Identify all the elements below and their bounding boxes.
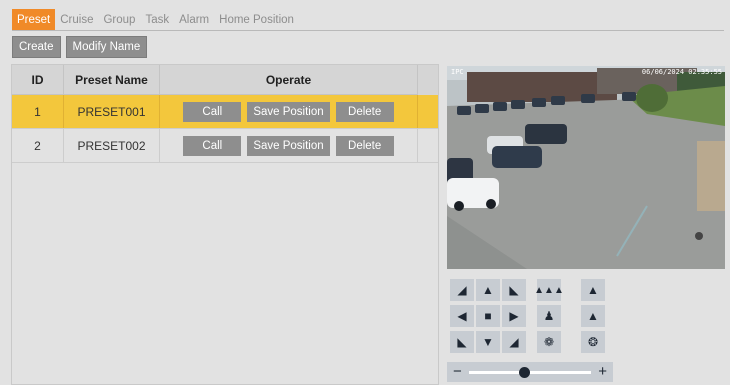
delete-button[interactable]: Delete bbox=[335, 135, 394, 156]
up-right-arrow-icon[interactable]: ◣ bbox=[502, 279, 526, 301]
zoom-track[interactable] bbox=[469, 367, 591, 378]
header-preset-name: Preset Name bbox=[64, 65, 160, 94]
scrollbar-header bbox=[418, 65, 438, 95]
row-id: 2 bbox=[12, 129, 64, 162]
live-video-view[interactable]: IPC 06/06/2024 02:35:55 bbox=[447, 66, 725, 269]
focus-near-icon[interactable]: ♟ bbox=[537, 305, 561, 327]
create-button[interactable]: Create bbox=[12, 36, 61, 58]
iris-close-icon[interactable]: ❂ bbox=[581, 331, 605, 353]
down-arrow-icon[interactable]: ▼ bbox=[476, 331, 500, 353]
tab-cruise[interactable]: Cruise bbox=[55, 9, 98, 30]
tab-alarm[interactable]: Alarm bbox=[174, 9, 214, 30]
tab-group[interactable]: Group bbox=[98, 9, 140, 30]
save-position-button[interactable]: Save Position bbox=[247, 135, 330, 156]
header-id: ID bbox=[12, 65, 64, 94]
row-operations: Call Save Position Delete bbox=[160, 129, 418, 162]
up-arrow-icon[interactable]: ▲ bbox=[476, 279, 500, 301]
iris-open-icon[interactable]: ❁ bbox=[537, 331, 561, 353]
row-preset-name: PRESET001 bbox=[64, 95, 160, 128]
row-preset-name: PRESET002 bbox=[64, 129, 160, 162]
left-arrow-icon[interactable]: ◀ bbox=[450, 305, 474, 327]
right-arrow-icon[interactable]: ▶ bbox=[502, 305, 526, 327]
zoom-in-scene-icon[interactable]: ▲ bbox=[581, 279, 605, 301]
table-header: ID Preset Name Operate bbox=[12, 65, 438, 95]
table-row[interactable]: 2 PRESET002 Call Save Position Delete bbox=[12, 129, 438, 163]
delete-button[interactable]: Delete bbox=[335, 101, 394, 122]
modify-name-button[interactable]: Modify Name bbox=[65, 36, 148, 58]
camera-scene-image bbox=[447, 66, 725, 269]
preset-table: ID Preset Name Operate 1 PRESET001 Call … bbox=[11, 64, 439, 385]
down-right-arrow-icon[interactable]: ◢ bbox=[502, 331, 526, 353]
down-left-arrow-icon[interactable]: ◣ bbox=[450, 331, 474, 353]
focus-far-icon[interactable]: ▲ bbox=[581, 305, 605, 327]
video-timestamp: 06/06/2024 02:35:55 bbox=[641, 68, 722, 76]
zoom-thumb[interactable] bbox=[518, 367, 530, 378]
header-operate: Operate bbox=[160, 65, 418, 94]
zoom-out-scene-icon[interactable]: ▲▲▲ bbox=[534, 279, 564, 301]
call-button[interactable]: Call bbox=[183, 135, 242, 156]
up-left-arrow-icon[interactable]: ◢ bbox=[450, 279, 474, 301]
zoom-slider[interactable]: − + bbox=[447, 362, 613, 382]
row-id: 1 bbox=[12, 95, 64, 128]
video-osd-label: IPC bbox=[451, 68, 464, 76]
stop-icon[interactable]: ■ bbox=[476, 305, 500, 327]
call-button[interactable]: Call bbox=[183, 101, 242, 122]
row-operations: Call Save Position Delete bbox=[160, 95, 418, 128]
zoom-minus-icon[interactable]: − bbox=[453, 362, 462, 382]
table-row[interactable]: 1 PRESET001 Call Save Position Delete bbox=[12, 95, 438, 129]
save-position-button[interactable]: Save Position bbox=[247, 101, 330, 122]
tab-preset[interactable]: Preset bbox=[12, 9, 56, 30]
zoom-plus-icon[interactable]: + bbox=[598, 362, 607, 382]
tab-home-position[interactable]: Home Position bbox=[214, 9, 299, 30]
tab-task[interactable]: Task bbox=[140, 9, 174, 30]
preset-toolbar: Create Modify Name bbox=[12, 36, 148, 58]
tab-bar: Preset Cruise Group Task Alarm Home Posi… bbox=[12, 9, 724, 31]
